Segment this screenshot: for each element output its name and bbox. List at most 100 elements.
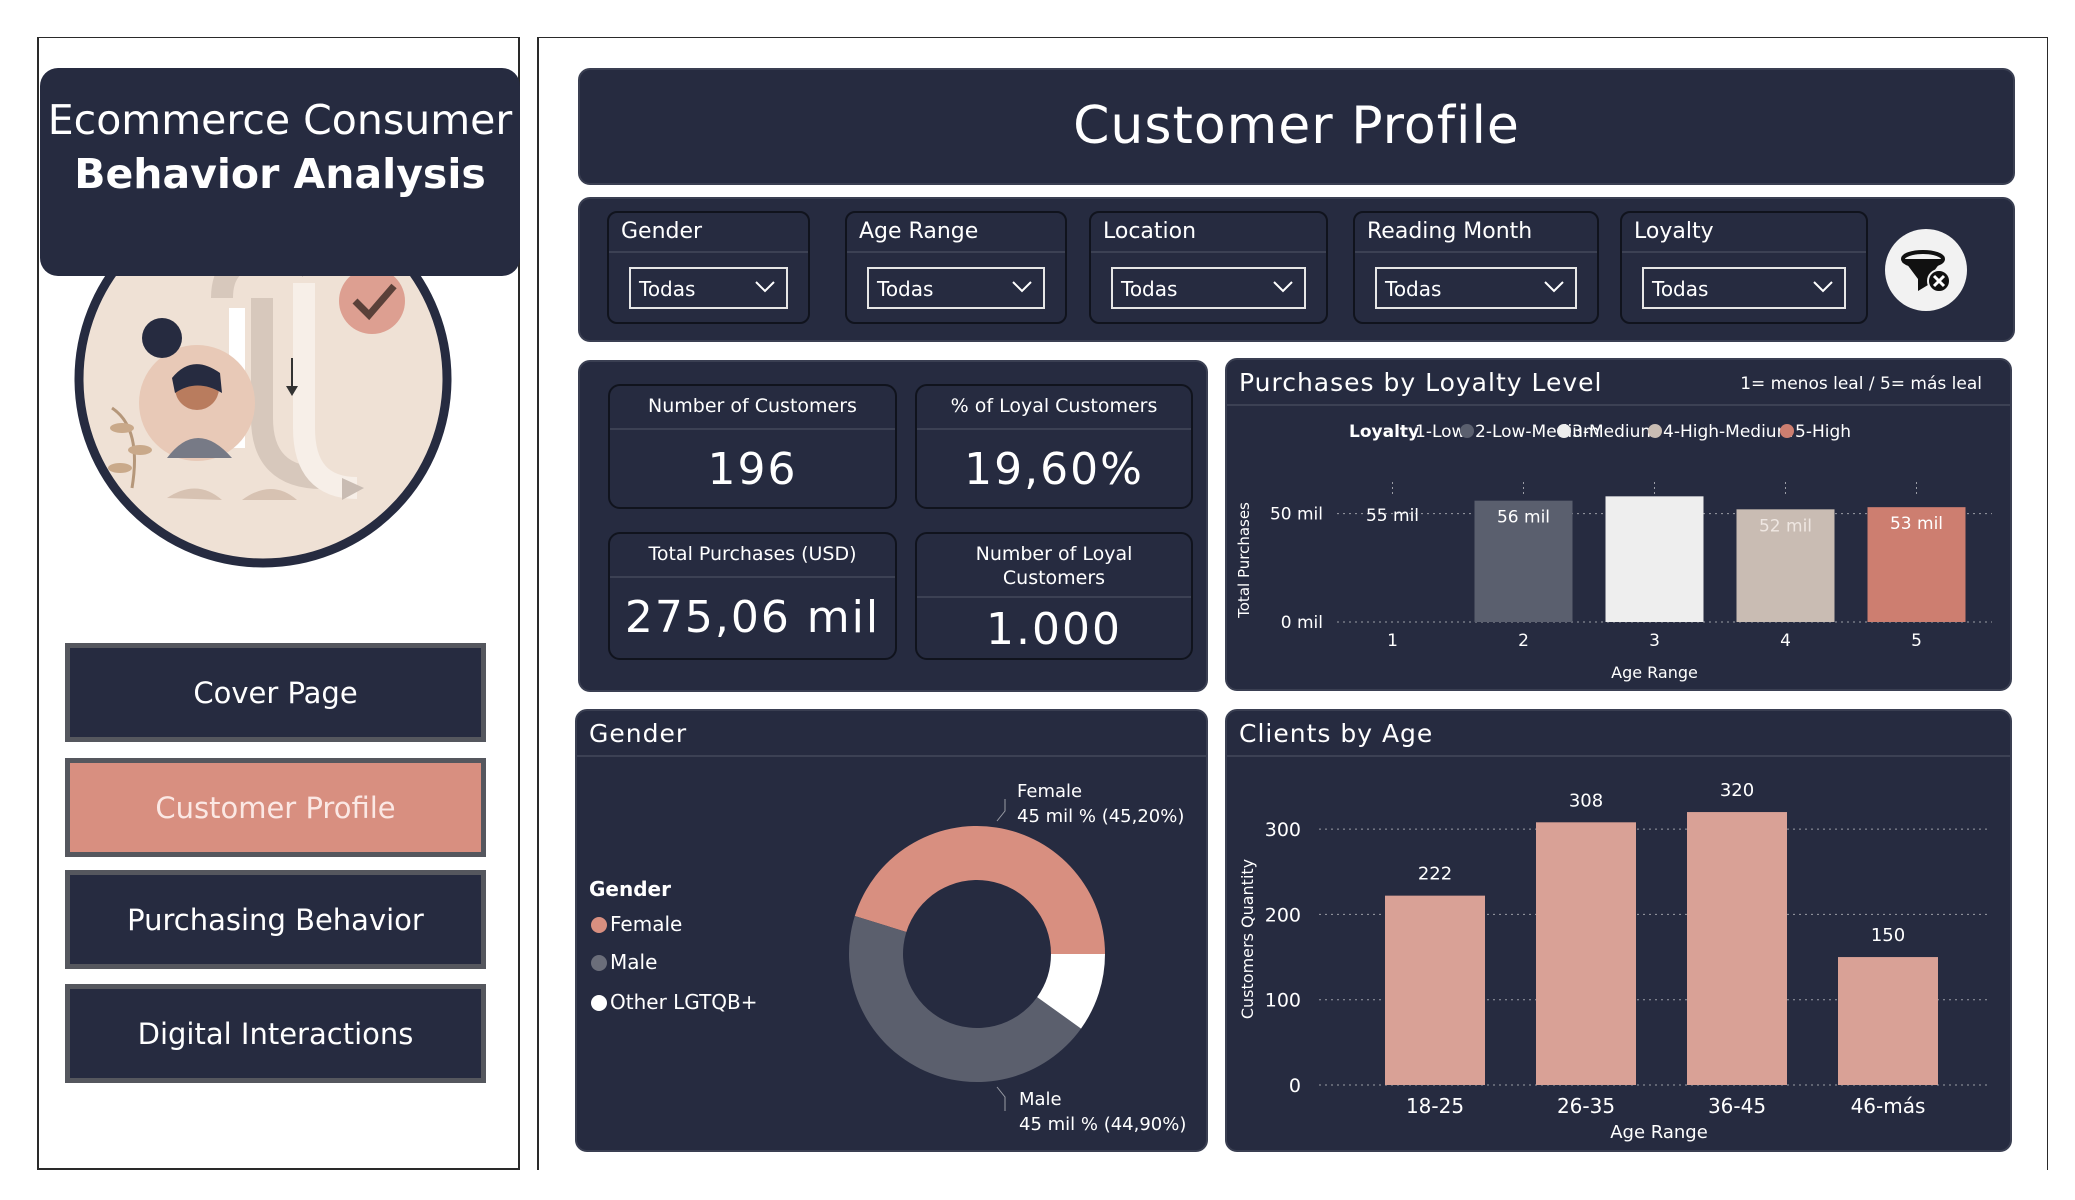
slicer-label: Loyalty bbox=[1634, 219, 1714, 244]
x-axis-label: Age Range bbox=[1611, 663, 1698, 682]
y-axis-label: Total Purchases bbox=[1235, 502, 1253, 619]
data-label: 308 bbox=[1569, 790, 1603, 811]
data-label-name: Male bbox=[1019, 1089, 1062, 1110]
bar bbox=[1687, 812, 1787, 1085]
x-tick-label: 3 bbox=[1649, 631, 1660, 651]
location-dropdown[interactable]: Todas bbox=[1111, 267, 1306, 309]
kpi-label: Number of Loyal Customers bbox=[975, 543, 1133, 589]
clear-filters-button[interactable] bbox=[1885, 229, 1967, 311]
x-tick-label: 1 bbox=[1387, 631, 1398, 651]
age-range-dropdown[interactable]: Todas bbox=[867, 267, 1045, 309]
data-label-value: 45 mil % (45,20%) bbox=[1017, 806, 1184, 827]
y-tick-label: 100 bbox=[1265, 990, 1301, 1012]
x-tick-label: 2 bbox=[1518, 631, 1529, 651]
slicer-value: Todas bbox=[877, 277, 934, 301]
x-tick-label: 36-45 bbox=[1708, 1094, 1766, 1118]
x-tick-label: 18-25 bbox=[1406, 1094, 1464, 1118]
x-tick-label: 4 bbox=[1780, 631, 1791, 651]
data-label: 55 mil bbox=[1366, 506, 1419, 526]
dashboard-title-card: Ecommerce Consumer Behavior Analysis bbox=[40, 68, 520, 276]
filters-bar: Gender Todas Age Range Todas Location To… bbox=[578, 197, 2015, 342]
legend-item: Other LGTQB+ bbox=[610, 990, 758, 1014]
data-label: 222 bbox=[1418, 864, 1452, 885]
slicer-value: Todas bbox=[1652, 277, 1709, 301]
chevron-down-icon bbox=[1813, 281, 1833, 293]
page-header: Customer Profile bbox=[578, 68, 2015, 185]
kpi-panel: Number of Customers 196 % of Loyal Custo… bbox=[578, 360, 1208, 692]
kpi-value: 196 bbox=[707, 444, 798, 495]
slicer-loyalty: Loyalty Todas bbox=[1620, 211, 1868, 324]
data-label-name: Female bbox=[1017, 781, 1082, 802]
kpi-number-of-customers: Number of Customers 196 bbox=[608, 384, 897, 509]
slicer-reading-month: Reading Month Todas bbox=[1353, 211, 1599, 324]
loyalty-chart-svg: Loyalty1-Low 2-Low-Medium3-Medium 4-High-M… bbox=[1235, 422, 1992, 682]
data-label: 52 mil bbox=[1759, 516, 1812, 536]
kpi-total-purchases: Total Purchases (USD) 275,06 mil bbox=[608, 532, 897, 660]
slicer-gender: Gender Todas bbox=[607, 211, 810, 324]
nav-purchasing-behavior-button[interactable]: Purchasing Behavior bbox=[65, 870, 486, 969]
legend-marker bbox=[1557, 424, 1571, 438]
kpi-label: Number of Customers bbox=[648, 395, 857, 417]
loyalty-dropdown[interactable]: Todas bbox=[1642, 267, 1846, 309]
legend-marker bbox=[1648, 424, 1662, 438]
bar bbox=[1536, 822, 1636, 1085]
slicer-label: Location bbox=[1103, 219, 1197, 244]
bar bbox=[1838, 957, 1938, 1085]
legend-marker bbox=[1780, 424, 1794, 438]
legend-title: Gender bbox=[589, 877, 671, 901]
kpi-value: 1.000 bbox=[986, 604, 1122, 655]
x-axis-label: Age Range bbox=[1610, 1122, 1708, 1143]
nav-cover-page-button[interactable]: Cover Page bbox=[65, 643, 486, 742]
clear-filter-icon bbox=[1901, 250, 1951, 293]
legend-item: 3-Medium bbox=[1572, 422, 1657, 442]
gender-chart: Gender Gender Female Male Other LGTQB+ Femal… bbox=[575, 709, 1208, 1152]
nav-customer-profile-button[interactable]: Customer Profile bbox=[65, 758, 486, 857]
legend-item: 5-High bbox=[1795, 422, 1851, 442]
slicer-value: Todas bbox=[639, 277, 696, 301]
age-chart-svg: 0 100 200 300 Customers Quantity Age Range 222… bbox=[1238, 780, 1991, 1143]
leader-line bbox=[996, 1086, 1006, 1111]
legend-item: Female bbox=[610, 912, 682, 936]
slicer-label: Age Range bbox=[859, 219, 979, 244]
chevron-down-icon bbox=[1012, 281, 1032, 293]
legend-item: 4-High-Medium bbox=[1663, 422, 1793, 442]
kpi-number-of-loyal-customers: Number of Loyal Customers 1.000 bbox=[915, 532, 1193, 660]
y-tick-label: 0 mil bbox=[1281, 613, 1323, 633]
bar bbox=[1605, 496, 1704, 622]
chevron-down-icon bbox=[1544, 281, 1564, 293]
nav-digital-interactions-button[interactable]: Digital Interactions bbox=[65, 984, 486, 1083]
data-label: 320 bbox=[1720, 780, 1754, 801]
slicer-label: Gender bbox=[621, 219, 703, 244]
x-tick-label: 26-35 bbox=[1557, 1094, 1615, 1118]
y-tick-label: 300 bbox=[1265, 819, 1301, 841]
kpi-label: Total Purchases (USD) bbox=[648, 543, 857, 565]
slicer-value: Todas bbox=[1385, 277, 1442, 301]
slicer-label: Reading Month bbox=[1367, 219, 1533, 244]
purchases-by-loyalty-chart: Purchases by Loyalty Level 1= menos leal… bbox=[1225, 358, 2012, 691]
legend-marker bbox=[1460, 424, 1474, 438]
kpi-value: 19,60% bbox=[964, 444, 1144, 495]
clients-by-age-chart: Clients by Age 0 100 200 300 Customers Quant… bbox=[1225, 709, 2012, 1152]
chevron-down-icon bbox=[1273, 281, 1293, 293]
bar bbox=[1385, 895, 1485, 1085]
gender-dropdown[interactable]: Todas bbox=[629, 267, 788, 309]
dashboard-title-line2: Behavior Analysis bbox=[74, 150, 486, 198]
slicer-age-range: Age Range Todas bbox=[845, 211, 1067, 324]
y-tick-label: 0 bbox=[1289, 1075, 1301, 1097]
legend-item: Male bbox=[610, 950, 657, 974]
dashboard-title-line1: Ecommerce Consumer bbox=[47, 96, 513, 144]
reading-month-dropdown[interactable]: Todas bbox=[1375, 267, 1577, 309]
chevron-down-icon bbox=[755, 281, 775, 293]
legend-title: Loyalty bbox=[1349, 422, 1419, 442]
left-panel: Ecommerce Consumer Behavior Analysis Cov… bbox=[37, 37, 520, 1170]
kpi-label: % of Loyal Customers bbox=[950, 395, 1158, 417]
y-tick-label: 50 mil bbox=[1270, 505, 1323, 525]
data-label: 150 bbox=[1871, 925, 1905, 946]
data-label-value: 45 mil % (44,90%) bbox=[1019, 1114, 1186, 1135]
y-tick-label: 200 bbox=[1265, 904, 1301, 926]
page-title: Customer Profile bbox=[1073, 96, 1520, 156]
legend-marker bbox=[591, 995, 607, 1011]
kpi-value: 275,06 mil bbox=[624, 592, 881, 643]
leader-line bbox=[996, 799, 1006, 822]
slicer-value: Todas bbox=[1121, 277, 1178, 301]
